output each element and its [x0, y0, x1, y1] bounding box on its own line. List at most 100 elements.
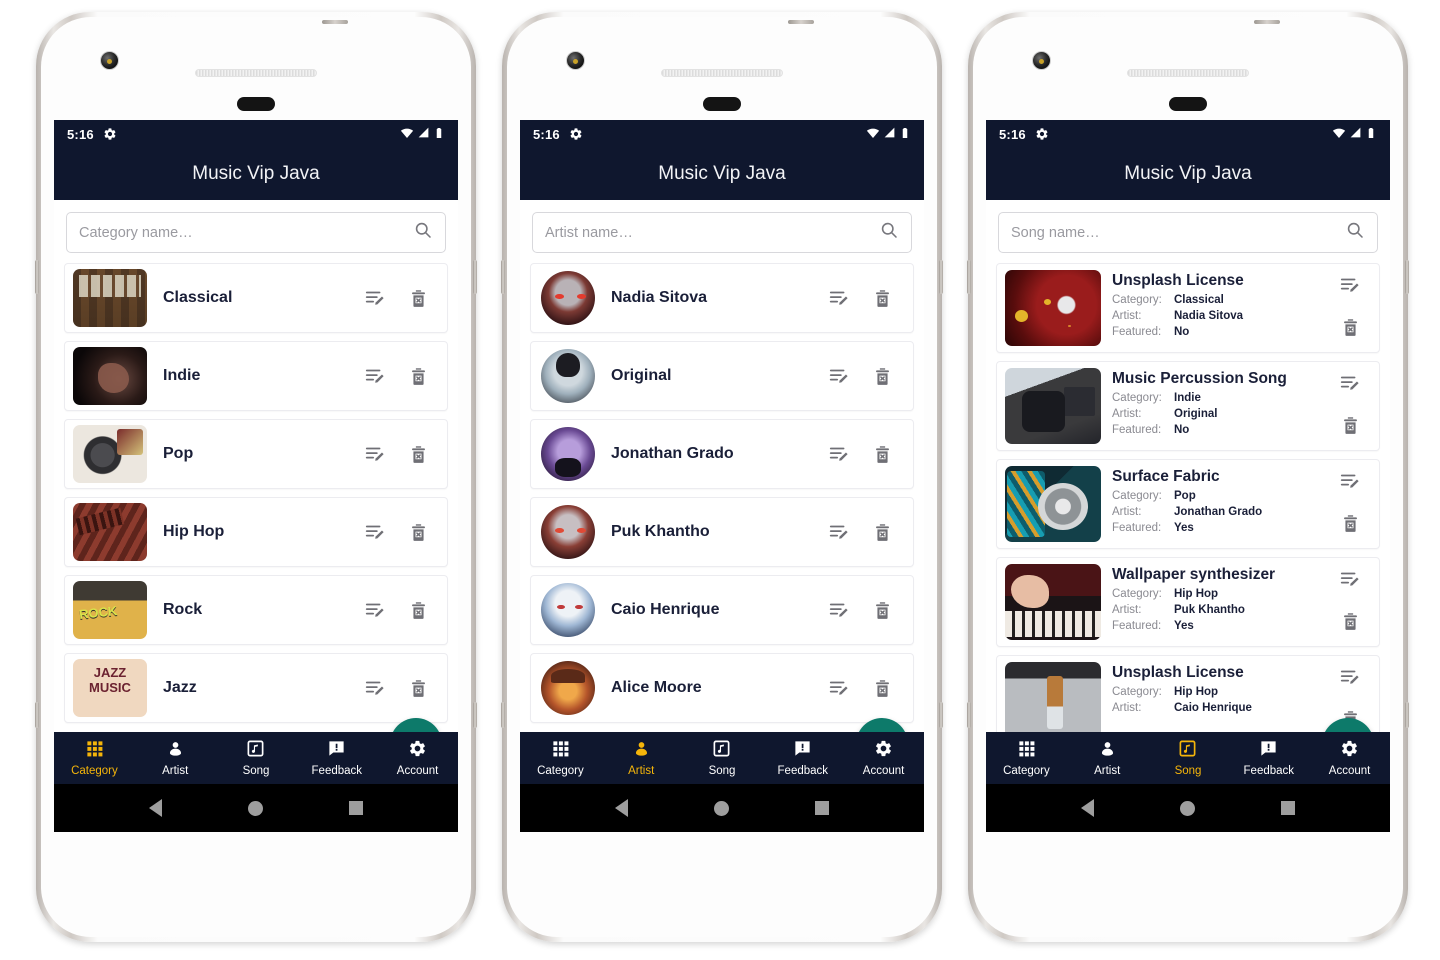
search-icon[interactable]	[1345, 220, 1365, 245]
table-row[interactable]: Jazz	[64, 653, 448, 723]
edit-list-icon[interactable]	[364, 521, 386, 543]
nav-label: Category	[71, 765, 118, 777]
search-input[interactable]	[545, 224, 879, 241]
table-row[interactable]: Surface Fabric Category: Pop Artist: Jonatha…	[996, 459, 1380, 549]
grid-icon	[1017, 739, 1036, 763]
delete-trash-icon[interactable]	[408, 522, 429, 543]
table-row[interactable]: Unsplash License Category: Classical Artist…	[996, 263, 1380, 353]
search-box[interactable]	[998, 212, 1378, 253]
edit-list-icon[interactable]	[1339, 372, 1361, 394]
home-button[interactable]	[248, 800, 263, 816]
nav-item-category[interactable]: Category	[986, 739, 1067, 777]
edit-list-icon[interactable]	[364, 365, 386, 387]
row-actions	[364, 521, 439, 543]
delete-trash-icon[interactable]	[872, 366, 893, 387]
artist-name: Caio Henrique	[611, 601, 720, 618]
grid-icon	[551, 739, 570, 763]
nav-item-account[interactable]: Account	[1309, 739, 1390, 777]
nav-item-artist[interactable]: Artist	[601, 739, 682, 777]
table-row[interactable]: Music Percussion Song Category: Indie Artis…	[996, 361, 1380, 451]
nav-item-account[interactable]: Account	[377, 739, 458, 777]
nav-item-feedback[interactable]: Feedback	[1228, 739, 1309, 777]
delete-trash-icon[interactable]	[408, 366, 429, 387]
delete-trash-icon[interactable]	[408, 288, 429, 309]
meta-value-category: Pop	[1174, 490, 1196, 502]
nav-item-account[interactable]: Account	[843, 739, 924, 777]
table-row[interactable]: Alice Moore	[530, 653, 914, 723]
home-button[interactable]	[714, 800, 729, 816]
delete-trash-icon[interactable]	[872, 444, 893, 465]
search-box[interactable]	[66, 212, 446, 253]
search-icon[interactable]	[413, 220, 433, 245]
edit-list-icon[interactable]	[828, 287, 850, 309]
table-row[interactable]: Classical	[64, 263, 448, 333]
table-row[interactable]: Jonathan Grado	[530, 419, 914, 489]
edit-list-icon[interactable]	[364, 287, 386, 309]
table-row[interactable]: Puk Khantho	[530, 497, 914, 567]
song-thumbnail	[1005, 564, 1101, 640]
delete-trash-icon[interactable]	[1340, 611, 1361, 632]
delete-trash-icon[interactable]	[872, 288, 893, 309]
delete-trash-icon[interactable]	[872, 522, 893, 543]
search-bar	[986, 200, 1390, 259]
nav-item-artist[interactable]: Artist	[1067, 739, 1148, 777]
back-button[interactable]	[149, 799, 162, 817]
edit-list-icon[interactable]	[364, 599, 386, 621]
back-button[interactable]	[1081, 799, 1094, 817]
search-input[interactable]	[79, 224, 413, 241]
nav-item-category[interactable]: Category	[520, 739, 601, 777]
app-title: Music Vip Java	[192, 163, 320, 184]
nav-item-artist[interactable]: Artist	[135, 739, 216, 777]
delete-trash-icon[interactable]	[1340, 317, 1361, 338]
table-row[interactable]: Indie	[64, 341, 448, 411]
nav-item-song[interactable]: Song	[682, 739, 763, 777]
song-info: Music Percussion Song Category: Indie Artis…	[1112, 368, 1339, 444]
nav-item-song[interactable]: Song	[216, 739, 297, 777]
delete-trash-icon[interactable]	[408, 444, 429, 465]
row-actions	[364, 677, 439, 699]
delete-trash-icon[interactable]	[872, 600, 893, 621]
recents-button[interactable]	[815, 801, 829, 815]
category-thumbnail	[73, 659, 147, 717]
table-row[interactable]: Hip Hop	[64, 497, 448, 567]
edit-list-icon[interactable]	[1339, 568, 1361, 590]
meta-label-featured: Featured:	[1112, 620, 1162, 632]
recents-button[interactable]	[1281, 801, 1295, 815]
edit-list-icon[interactable]	[1339, 666, 1361, 688]
delete-trash-icon[interactable]	[408, 600, 429, 621]
table-row[interactable]: Nadia Sitova	[530, 263, 914, 333]
delete-trash-icon[interactable]	[1340, 513, 1361, 534]
edit-list-icon[interactable]	[1339, 274, 1361, 296]
app-bar: Music Vip Java	[54, 148, 458, 200]
delete-trash-icon[interactable]	[1340, 415, 1361, 436]
row-actions	[1339, 466, 1371, 542]
table-row[interactable]: Caio Henrique	[530, 575, 914, 645]
home-button[interactable]	[1180, 800, 1195, 816]
edit-list-icon[interactable]	[828, 599, 850, 621]
nav-item-feedback[interactable]: Feedback	[762, 739, 843, 777]
nav-item-category[interactable]: Category	[54, 739, 135, 777]
delete-trash-icon[interactable]	[408, 678, 429, 699]
table-row[interactable]: Pop	[64, 419, 448, 489]
table-row[interactable]: Wallpaper synthesizer Category: Hip Hop Art…	[996, 557, 1380, 647]
recents-button[interactable]	[349, 801, 363, 815]
edit-list-icon[interactable]	[828, 521, 850, 543]
nav-item-song[interactable]: Song	[1148, 739, 1229, 777]
edit-list-icon[interactable]	[1339, 470, 1361, 492]
edit-list-icon[interactable]	[364, 677, 386, 699]
delete-trash-icon[interactable]	[872, 678, 893, 699]
person-icon	[1098, 739, 1117, 763]
search-icon[interactable]	[879, 220, 899, 245]
nav-item-feedback[interactable]: Feedback	[296, 739, 377, 777]
table-row[interactable]: Original	[530, 341, 914, 411]
back-button[interactable]	[615, 799, 628, 817]
edit-list-icon[interactable]	[364, 443, 386, 465]
edit-list-icon[interactable]	[828, 365, 850, 387]
table-row[interactable]: Rock	[64, 575, 448, 645]
edit-list-icon[interactable]	[828, 677, 850, 699]
search-input[interactable]	[1011, 224, 1345, 241]
edit-list-icon[interactable]	[828, 443, 850, 465]
category-thumbnail	[73, 425, 147, 483]
search-box[interactable]	[532, 212, 912, 253]
battery-icon	[899, 126, 911, 143]
